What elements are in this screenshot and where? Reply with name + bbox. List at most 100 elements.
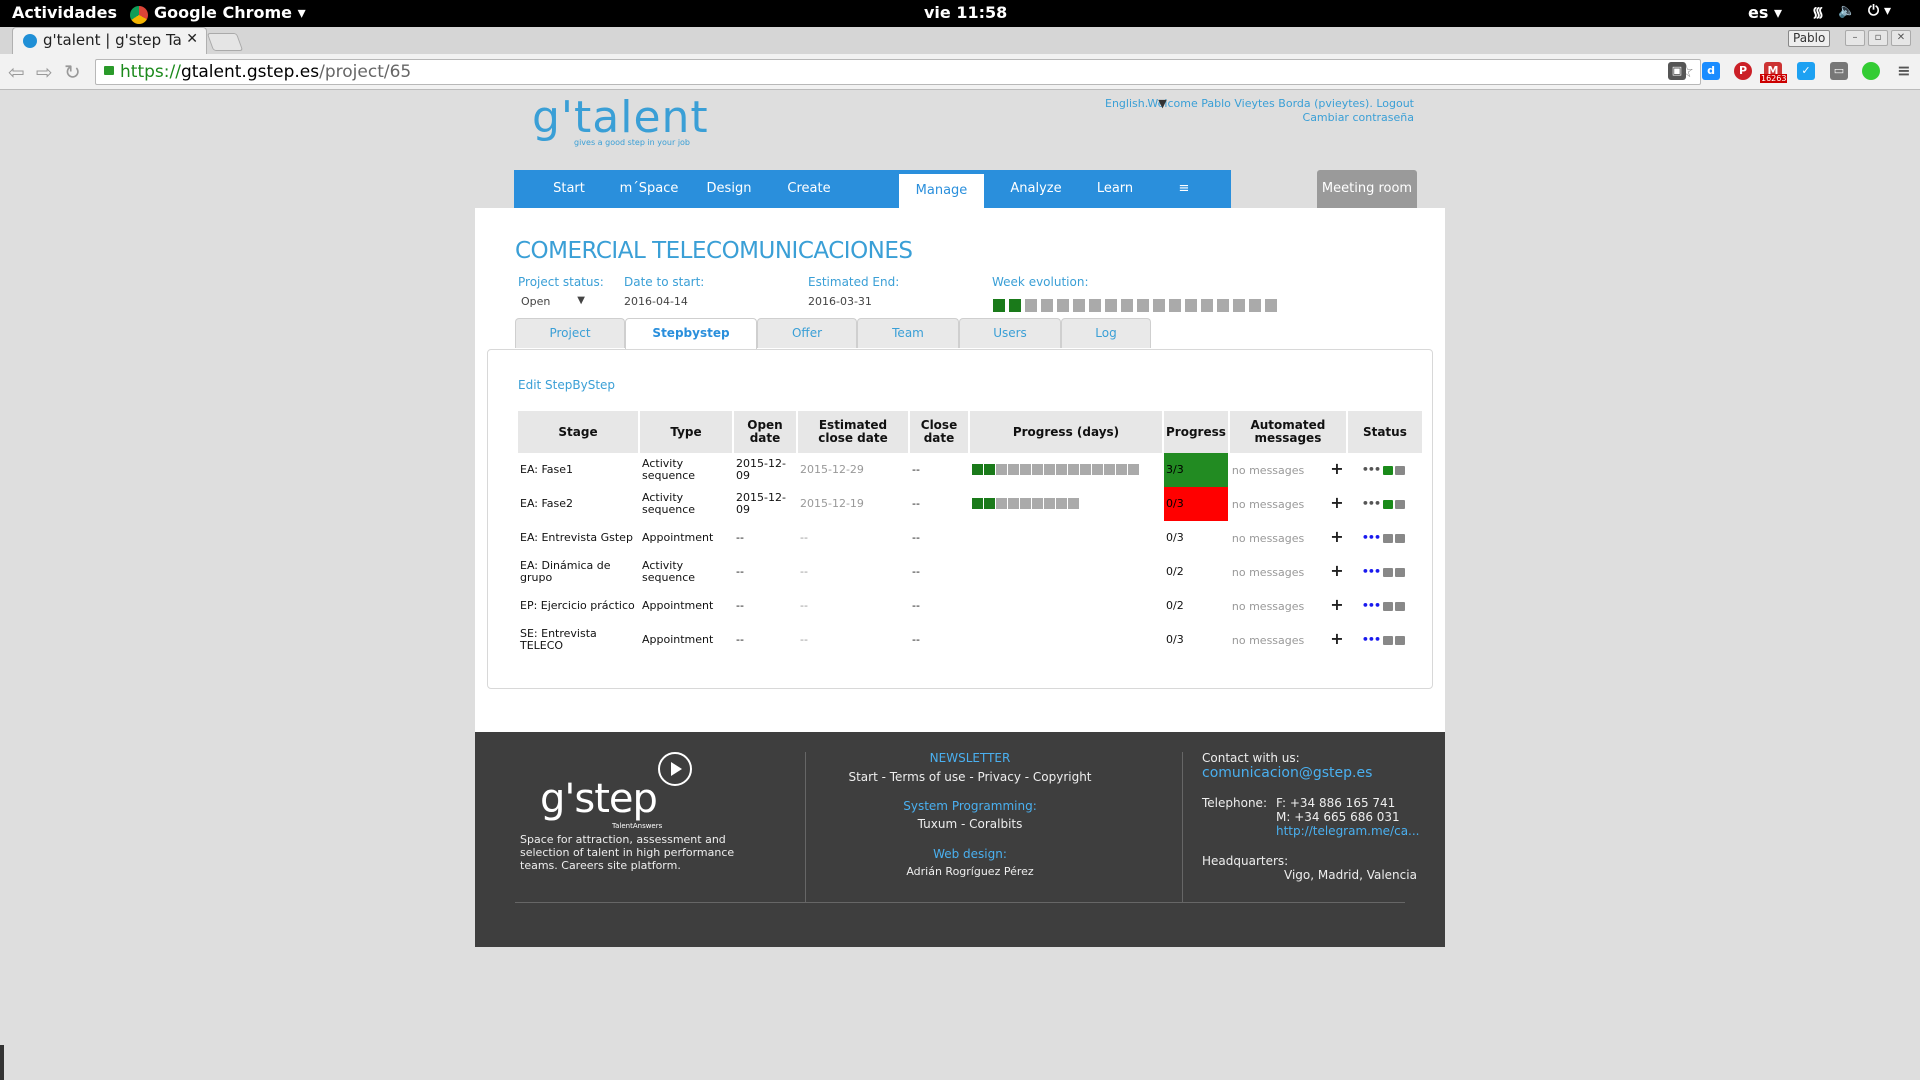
more-options-icon[interactable]: •••	[1362, 497, 1381, 510]
activities-button[interactable]: Actividades	[12, 3, 117, 22]
lock-icon[interactable]	[1394, 567, 1405, 577]
newsletter-link[interactable]: NEWSLETTER	[805, 751, 1135, 765]
week-bar	[1217, 299, 1229, 312]
more-options-icon[interactable]: •••	[1362, 463, 1381, 476]
lock-icon[interactable]	[1382, 601, 1393, 611]
type-cell: Appointment	[640, 521, 734, 555]
lock-icon[interactable]	[1394, 499, 1405, 509]
url-path: /project/65	[319, 62, 412, 82]
logo-tagline: gives a good step in your job	[574, 138, 691, 147]
add-message-icon[interactable]: +	[1330, 629, 1343, 648]
type-cell: Appointment	[640, 623, 734, 657]
close-window-icon[interactable]: ✕	[1891, 30, 1911, 46]
change-password-link[interactable]: Cambiar contraseña	[1100, 111, 1414, 125]
day-box	[1068, 463, 1079, 475]
lock-icon[interactable]	[1382, 533, 1393, 543]
more-options-icon[interactable]: •••	[1362, 531, 1381, 544]
maximize-icon[interactable]: ▫	[1868, 30, 1888, 46]
lock-icon[interactable]	[1394, 465, 1405, 475]
pinterest-icon[interactable]: P	[1734, 62, 1752, 80]
close-date-cell: --	[910, 589, 970, 623]
check-icon[interactable]: ✓	[1797, 62, 1815, 80]
lock-icon[interactable]	[1382, 635, 1393, 645]
add-message-icon[interactable]: +	[1330, 595, 1343, 614]
close-tab-icon[interactable]: ✕	[186, 31, 198, 47]
lock-icon[interactable]	[1382, 567, 1393, 577]
nav-mspace[interactable]: m´Space	[614, 170, 684, 208]
messages-text: no messages	[1231, 464, 1305, 477]
stage-cell: EA: Fase1	[518, 453, 640, 487]
week-bar	[1169, 299, 1181, 312]
new-tab-button[interactable]	[206, 33, 244, 51]
unlock-icon[interactable]	[1382, 465, 1393, 475]
evernote-icon[interactable]	[1862, 62, 1880, 80]
chrome-app-menu[interactable]: Google Chrome ▾	[130, 3, 306, 24]
back-icon[interactable]: ⇦	[8, 60, 25, 84]
tab-title: g'talent | g'step Tale	[43, 31, 183, 49]
cast-icon[interactable]: ▭	[1830, 62, 1848, 80]
minimize-icon[interactable]: –	[1845, 30, 1865, 46]
more-options-icon[interactable]: •••	[1362, 633, 1381, 646]
add-message-icon[interactable]: +	[1330, 561, 1343, 580]
close-date-cell: --	[910, 453, 970, 487]
more-options-icon[interactable]: •••	[1362, 599, 1381, 612]
meeting-room-button[interactable]: Meeting room	[1317, 170, 1417, 208]
power-icon[interactable]: ⏻ ▾	[1868, 3, 1891, 19]
reload-icon[interactable]: ↻	[64, 60, 81, 84]
edit-stepbystep-link[interactable]: Edit StepByStep	[518, 378, 615, 392]
add-message-icon[interactable]: +	[1330, 459, 1343, 478]
profile-button[interactable]: Pablo	[1788, 30, 1831, 47]
tab-users[interactable]: Users	[959, 318, 1061, 348]
col-close-date: Close date	[910, 411, 970, 453]
add-message-icon[interactable]: +	[1330, 527, 1343, 546]
forward-icon[interactable]: ⇨	[36, 60, 53, 84]
extension-icon[interactable]: ▣	[1668, 62, 1686, 80]
tab-stepbystep[interactable]: Stepbystep	[625, 318, 757, 350]
nav-analyze[interactable]: Analyze	[1001, 170, 1071, 208]
nav-manage[interactable]: Manage	[899, 174, 984, 208]
week-bar	[1137, 299, 1149, 312]
language-indicator[interactable]: es ▾	[1748, 3, 1782, 22]
phone-fixed: F: +34 886 165 741	[1276, 796, 1396, 810]
lock-icon[interactable]	[1394, 601, 1405, 611]
tab-team[interactable]: Team	[857, 318, 959, 348]
week-bar	[1265, 299, 1277, 312]
col-type: Type	[640, 411, 734, 453]
extension-d-icon[interactable]: d	[1702, 62, 1720, 80]
project-status-select[interactable]: Open ▼	[517, 293, 589, 309]
browser-tab[interactable]: g'talent | g'step Tale ✕	[12, 27, 207, 54]
system-top-bar: Actividades Google Chrome ▾ vie 11:58 es…	[0, 0, 1920, 27]
add-message-icon[interactable]: +	[1330, 493, 1343, 512]
gstep-logo[interactable]: g'step TalentAnswers	[540, 752, 700, 832]
gmail-badge: 16263	[1760, 74, 1788, 83]
lock-icon[interactable]	[1394, 635, 1405, 645]
day-box	[1008, 463, 1019, 475]
contact-email-link[interactable]: comunicacion@gstep.es	[1202, 765, 1372, 781]
telegram-link[interactable]: http://telegram.me/ca...	[1276, 824, 1419, 838]
wifi-icon[interactable]: ᯾	[1812, 3, 1824, 22]
tab-offer[interactable]: Offer	[757, 318, 857, 348]
lock-icon[interactable]	[1394, 533, 1405, 543]
main-content: COMERCIAL TELECOMUNICACIONES Project sta…	[475, 208, 1445, 732]
tab-log[interactable]: Log	[1061, 318, 1151, 348]
nav-menu-icon[interactable]: ≡	[1159, 170, 1209, 208]
tab-project[interactable]: Project	[515, 318, 625, 348]
address-bar[interactable]: https://gtalent.gstep.es/project/65 ☆	[95, 59, 1701, 85]
nav-create[interactable]: Create	[774, 170, 844, 208]
nav-learn[interactable]: Learn	[1080, 170, 1150, 208]
date-start-value: 2016-04-14	[624, 295, 688, 308]
volume-icon[interactable]: 🔈	[1838, 3, 1855, 19]
col-automated-messages: Automated messages	[1229, 411, 1348, 453]
nav-start[interactable]: Start	[534, 170, 604, 208]
more-options-icon[interactable]: •••	[1362, 565, 1381, 578]
clock[interactable]: vie 11:58	[924, 3, 1007, 22]
language-select[interactable]: English. ▼	[1105, 97, 1167, 111]
day-box	[1104, 463, 1115, 475]
gtalent-logo[interactable]: g'talent gives a good step in your job	[532, 92, 708, 162]
chrome-menu-icon[interactable]: ≡	[1895, 62, 1913, 80]
footer-description: Space for attraction, assessment and sel…	[520, 833, 735, 872]
nav-design[interactable]: Design	[694, 170, 764, 208]
footer-links[interactable]: Start - Terms of use - Privacy - Copyrig…	[805, 770, 1135, 784]
system-programming-value[interactable]: Tuxum - Coralbits	[805, 817, 1135, 831]
unlock-icon[interactable]	[1382, 499, 1393, 509]
